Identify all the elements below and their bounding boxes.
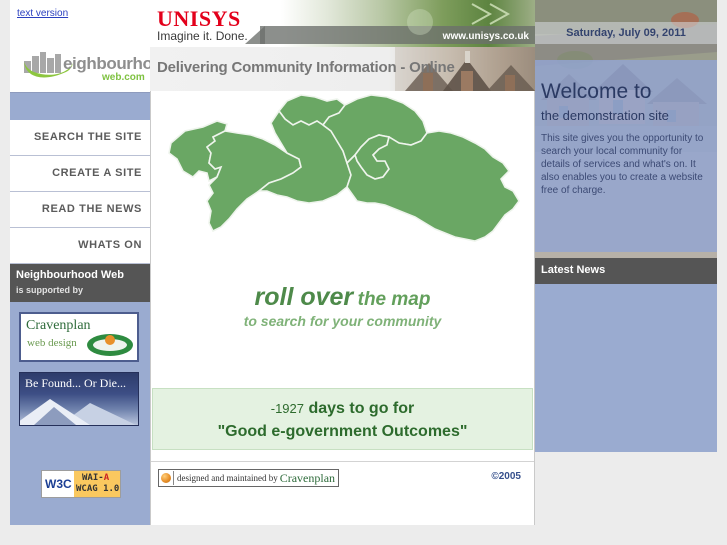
right-sidebar: Saturday, July 09, 2011 Welcome to the d… (535, 0, 717, 452)
w3c-guideline-version: WCAG 1.0 (76, 484, 120, 494)
nav-label: WHATS ON (78, 239, 142, 251)
page-footer: designed and maintained by Cravenplan ©2… (151, 461, 534, 525)
current-date: Saturday, July 09, 2011 (566, 27, 686, 39)
credit-brand: Cravenplan (279, 470, 336, 485)
site-tagline-banner: Delivering Community Information - Onlin… (150, 47, 535, 91)
unisys-header-banner: UNISYS Imagine it. Done. www.unisys.co.u… (150, 0, 535, 47)
ad-be-found-text: Be Found... Or Die... (25, 376, 126, 390)
page-root: text version eighbourhood web.com SEARCH… (0, 0, 727, 545)
w3c-wai-a-badge[interactable]: W3C WAI-A WCAG 1.0 (41, 470, 121, 498)
w3c-badge-right: WAI-A WCAG 1.0 (74, 471, 120, 497)
orange-sphere-icon (161, 473, 171, 483)
countdown-days-value: -1927 (270, 401, 304, 416)
welcome-subtitle: the demonstration site (541, 108, 669, 123)
tagline-text: Delivering Community Information - Onlin… (157, 59, 455, 76)
w3c-wai-prefix: WAI- (82, 473, 104, 483)
w3c-wai-grade: A (103, 473, 110, 483)
supported-by-subtitle: is supported by (16, 285, 84, 295)
region-map[interactable] (151, 91, 534, 287)
w3c-badge-left: W3C (42, 471, 74, 497)
ad-be-found-or-die[interactable]: Be Found... Or Die... (19, 372, 139, 426)
region-map-svg[interactable] (151, 91, 534, 287)
countdown-line-1: -1927 days to go for (153, 400, 532, 418)
supported-by-banner: Neighbourhood Web is supported by (10, 264, 150, 302)
unisys-tagline: Imagine it. Done. (157, 29, 248, 43)
sidebar-ad-panel: Cravenplan web design Be Found... Or Die… (10, 302, 150, 525)
text-version-link[interactable]: text version (17, 8, 68, 19)
welcome-body-text: This site gives you the opportunity to s… (541, 133, 704, 196)
main-navigation: SEARCH THE SITE CREATE A SITE READ THE N… (10, 120, 150, 264)
copyright-text: ©2005 (491, 471, 521, 482)
logo-domain: web.com (102, 72, 145, 83)
w3c-logo-text: W3C (45, 477, 72, 491)
nav-item-read-the-news[interactable]: READ THE NEWS (10, 192, 150, 228)
sidebar-blue-spacer (10, 92, 150, 121)
w3c-conformance-level: WAI-A (82, 473, 109, 483)
ad-cravenplan-subtitle: web design (27, 337, 77, 349)
nav-label: SEARCH THE SITE (33, 131, 142, 143)
site-logo[interactable]: eighbourhood web.com (10, 42, 150, 92)
nav-label: CREATE A SITE (52, 167, 142, 179)
rollover-light-text: the map (357, 289, 431, 310)
mountain-shadow-icon (34, 407, 76, 425)
credit-dot-cell (159, 471, 174, 485)
welcome-title: Welcome to (541, 80, 652, 103)
rollover-bold-text: roll over (254, 283, 354, 311)
cravenplan-credit-badge[interactable]: designed and maintained by Cravenplan (158, 469, 340, 487)
supported-by-title: Neighbourhood Web (16, 269, 124, 281)
welcome-panel: Welcome to the demonstration site This s… (535, 60, 717, 252)
countdown-line-2: "Good e-government Outcomes" (217, 423, 468, 440)
cravenplan-dot-icon (105, 335, 115, 345)
ad-cravenplan-web-design[interactable]: Cravenplan web design (19, 312, 139, 362)
left-sidebar: text version eighbourhood web.com SEARCH… (10, 0, 150, 525)
main-content: roll over the map to search for your com… (150, 91, 535, 525)
latest-news-content (535, 284, 717, 452)
latest-news-label: Latest News (541, 264, 606, 276)
rollover-subheading: to search for your community (243, 313, 442, 329)
nav-item-create-a-site[interactable]: CREATE A SITE (10, 156, 150, 192)
egovernment-countdown-box: -1927 days to go for "Good e-government … (152, 388, 533, 450)
unisys-url-link[interactable]: www.unisys.co.uk (443, 31, 529, 42)
rollover-heading: roll over the map (151, 283, 534, 312)
nav-label: READ THE NEWS (41, 203, 142, 215)
latest-news-header: Latest News (535, 258, 717, 284)
logo-wordmark: eighbourhood (63, 54, 150, 73)
text-version-bar: text version (10, 0, 150, 42)
nav-item-whats-on[interactable]: WHATS ON (10, 228, 150, 264)
countdown-days-label: days to go for (308, 400, 415, 417)
credit-text: designed and maintained by (177, 473, 278, 483)
nav-item-search-the-site[interactable]: SEARCH THE SITE (10, 120, 150, 156)
ad-cravenplan-name: Cravenplan (26, 318, 91, 333)
